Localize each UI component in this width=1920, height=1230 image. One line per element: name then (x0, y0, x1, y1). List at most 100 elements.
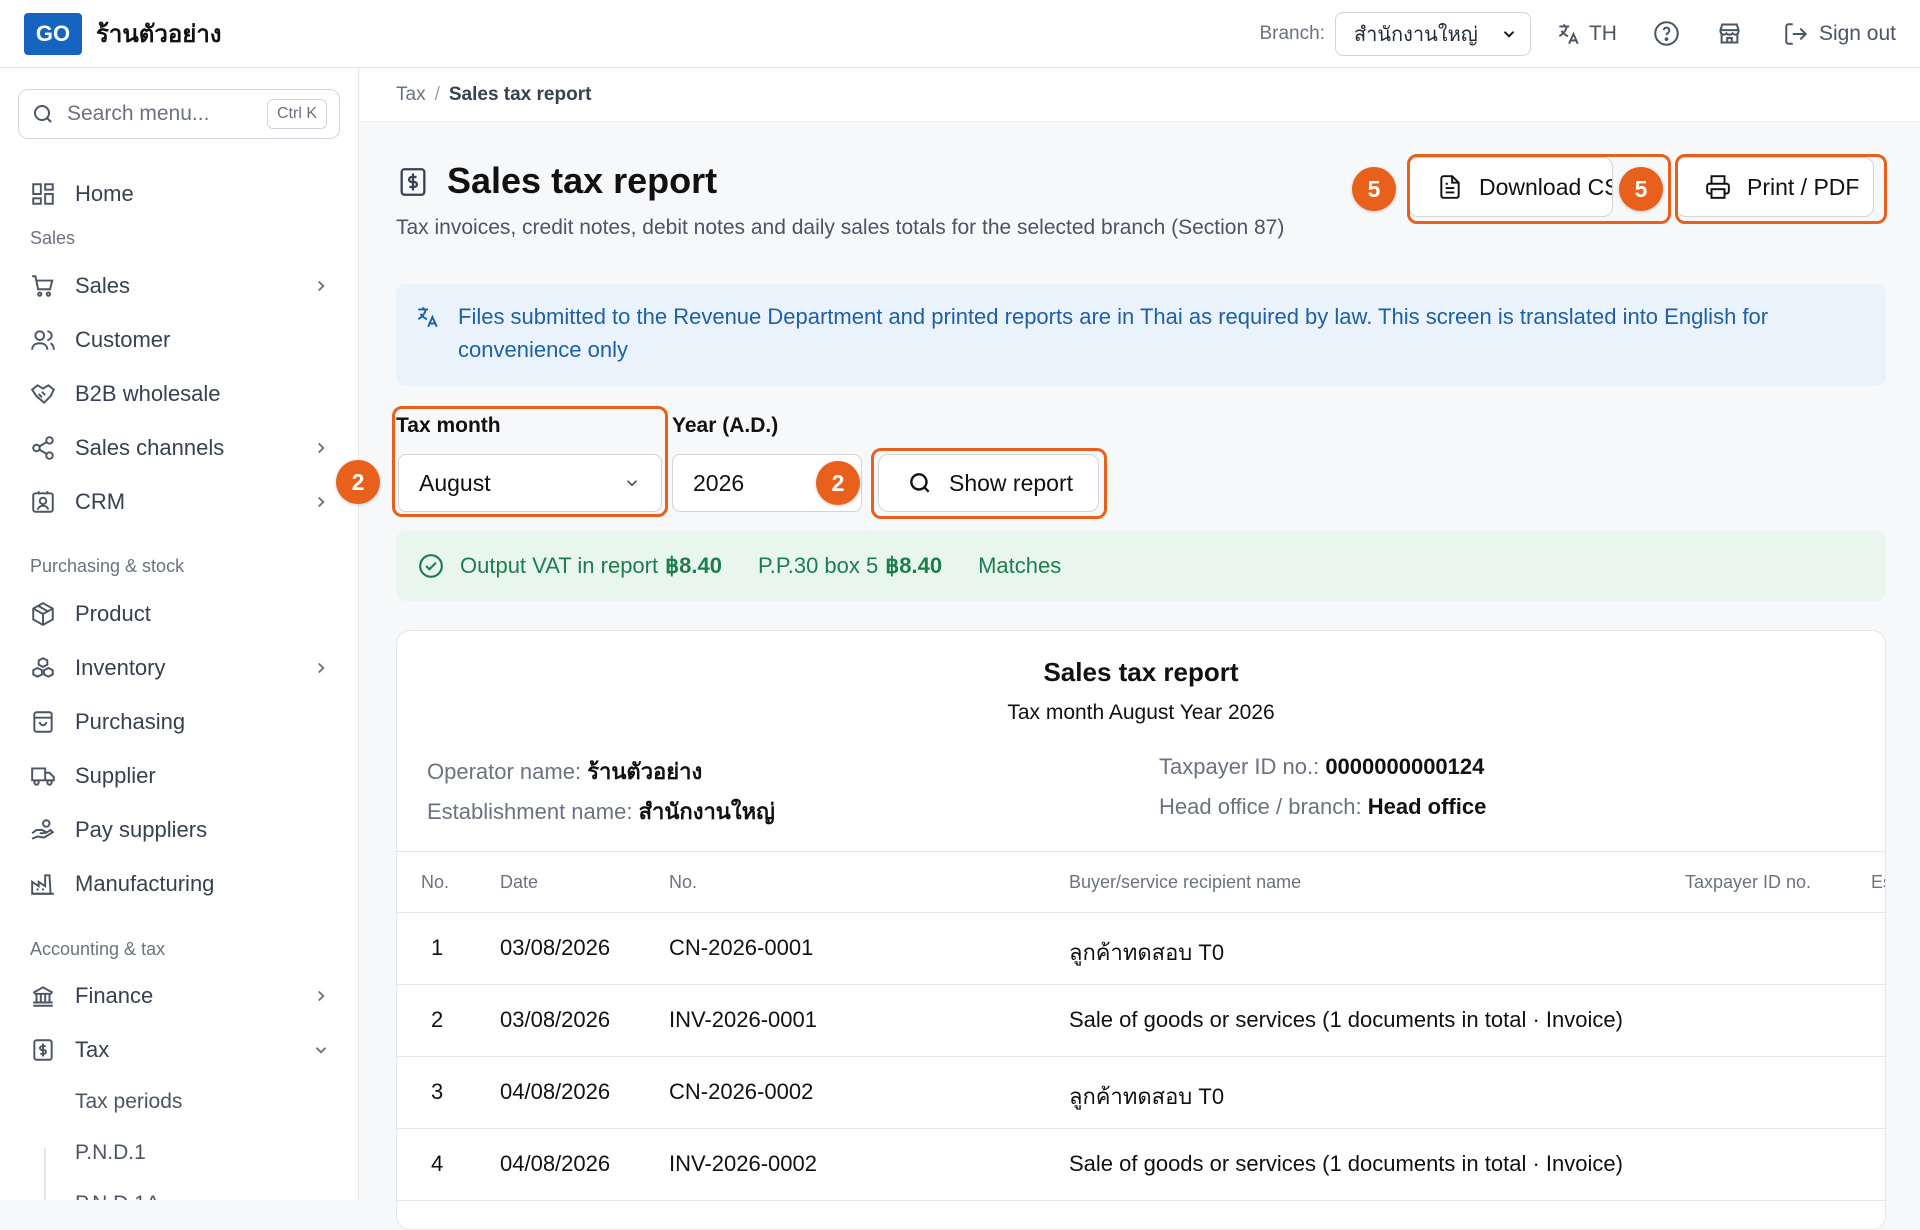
chevron-right-icon (318, 280, 325, 292)
share-icon (32, 436, 54, 460)
sidebar-section-accounting: Accounting & tax (30, 939, 166, 959)
help-button[interactable] (1653, 20, 1680, 47)
table-row[interactable]: 4 04/08/2026 INV-2026-0002 Sale of goods… (397, 1129, 1885, 1201)
sidebar-item-label: Tax (75, 1037, 110, 1062)
sign-out-label: Sign out (1818, 21, 1896, 45)
step-badge: 2 (816, 461, 860, 505)
table-row[interactable]: 2 03/08/2026 INV-2026-0001 Sale of goods… (397, 985, 1885, 1057)
taxpayer-id: Taxpayer ID no.: 0000000000124 (1159, 754, 1484, 780)
establishment-label: Establishment name: (427, 799, 633, 824)
sidebar-subitem-pnd1[interactable]: P.N.D.1 (75, 1141, 146, 1165)
table-row[interactable]: 3 04/08/2026 CN-2026-0002 ลูกค้าทดสอบ T0 (397, 1057, 1885, 1129)
menu-search[interactable]: Search menu... Ctrl K (18, 89, 340, 139)
truck-icon (31, 767, 55, 786)
column-header: Es (1871, 872, 1885, 892)
report-subtitle: Tax month August Year 2026 (1007, 701, 1275, 724)
sidebar-item-b2b[interactable]: B2B wholesale (30, 374, 330, 414)
submenu-guide-line (44, 1148, 46, 1200)
store-button[interactable] (1716, 20, 1743, 47)
column-header: Buyer/service recipient name (1069, 872, 1302, 892)
sidebar-item-sales-channels[interactable]: Sales channels (30, 428, 330, 468)
branch-type-label: Head office / branch: (1159, 794, 1362, 819)
sidebar-item-sales[interactable]: Sales (30, 266, 330, 306)
sidebar-item-home[interactable]: Home (30, 174, 330, 214)
sidebar-section-purchasing: Purchasing & stock (30, 556, 185, 576)
sidebar-subitem-tax-periods[interactable]: Tax periods (75, 1090, 182, 1114)
language-toggle[interactable]: TH (1555, 21, 1617, 47)
app-logo[interactable]: GO (24, 12, 82, 55)
handshake-icon (30, 384, 56, 404)
head-office-branch: Head office / branch: Head office (1159, 794, 1486, 820)
legal-notice: Files submitted to the Revenue Departmen… (396, 284, 1886, 386)
sidebar-item-label: Customer (75, 327, 171, 352)
sidebar-item-crm[interactable]: CRM (30, 482, 330, 522)
sidebar-item-label: Purchasing (75, 709, 186, 734)
sidebar-item-purchasing[interactable]: Purchasing (30, 702, 330, 742)
row-document: INV-2026-0001 (669, 1007, 817, 1032)
bank-icon (32, 986, 54, 1007)
sidebar-item-tax[interactable]: Tax (30, 1030, 330, 1070)
sign-out-button[interactable]: Sign out (1783, 21, 1896, 47)
row-document: CN-2026-0001 (669, 935, 814, 960)
sidebar-item-label: CRM (75, 489, 126, 514)
receipt-icon (33, 1039, 53, 1061)
report-card: Sales tax report Tax month August Year 2… (396, 630, 1886, 1230)
column-header: No. (421, 872, 450, 892)
page-title: Sales tax report (447, 160, 718, 201)
row-document: INV-2026-0002 (669, 1151, 817, 1176)
box-icon (32, 602, 54, 626)
sidebar-item-customer[interactable]: Customer (30, 320, 330, 360)
table-row[interactable]: 1 03/08/2026 CN-2026-0001 ลูกค้าทดสอบ T0 (397, 913, 1885, 985)
output-vat-value: ฿8.40 (665, 553, 722, 578)
search-icon (34, 105, 52, 123)
sidebar-item-label: Manufacturing (75, 871, 215, 896)
main-content: Tax / Sales tax report Sales tax report … (336, 68, 1920, 1230)
row-buyer: Sale of goods or services (1 documents i… (1069, 1007, 1623, 1032)
operator-value: ร้านตัวอย่าง (587, 759, 703, 784)
output-vat-label: Output VAT in report (460, 553, 659, 578)
translate-icon (1558, 23, 1579, 44)
sidebar-item-label: B2B wholesale (75, 381, 221, 406)
report-title: Sales tax report (1043, 657, 1239, 687)
highlight-box (1675, 154, 1887, 224)
sidebar-item-product[interactable]: Product (30, 594, 330, 634)
row-buyer: Sale of goods or services (1 documents i… (1069, 1151, 1623, 1176)
column-header: No. (669, 872, 698, 892)
establishment-name: Establishment name: สำนักงานใหญ่ (427, 794, 775, 829)
breadcrumb-tax[interactable]: Tax (396, 84, 426, 106)
sidebar-item-label: Supplier (75, 763, 156, 788)
branch-select[interactable]: สำนักงานใหญ่ (1334, 11, 1531, 56)
sidebar-item-inventory[interactable]: Inventory (30, 648, 330, 688)
pp30-value: ฿8.40 (885, 553, 943, 578)
sidebar-item-manufacturing[interactable]: Manufacturing (30, 864, 330, 904)
row-number: 4 (431, 1151, 444, 1176)
sidebar-item-supplier[interactable]: Supplier (30, 756, 330, 796)
row-date: 03/08/2026 (500, 1007, 611, 1032)
row-date: 04/08/2026 (500, 1079, 611, 1104)
legal-notice-text: Files submitted to the Revenue Departmen… (458, 304, 1769, 362)
breadcrumb: Tax / Sales tax report (360, 68, 1920, 122)
branch-label: Branch: (1259, 22, 1325, 44)
sidebar-item-label: Inventory (75, 655, 166, 680)
sidebar-item-finance[interactable]: Finance (30, 976, 330, 1016)
row-date: 03/08/2026 (500, 935, 611, 960)
column-header: Date (500, 872, 539, 892)
row-number: 1 (431, 935, 444, 960)
step-badge: 5 (1619, 167, 1663, 211)
translate-icon (417, 307, 438, 328)
sidebar-item-label: Product (75, 601, 151, 626)
step-badge: 2 (336, 460, 380, 504)
check-circle-icon (419, 554, 443, 578)
highlight-box (871, 448, 1107, 519)
search-input[interactable]: Search menu... (67, 102, 267, 126)
language-label: TH (1588, 21, 1617, 45)
grid-icon (32, 183, 54, 205)
sidebar-subitem-pnd1a[interactable]: P.N.D.1A (75, 1192, 160, 1200)
taxpayer-value: 0000000000124 (1325, 754, 1485, 779)
table-header: No. Date No. Buyer/service recipient nam… (397, 851, 1885, 913)
chevron-right-icon (318, 990, 325, 1002)
sidebar-item-pay-suppliers[interactable]: Pay suppliers (30, 810, 330, 850)
operator-name: Operator name: ร้านตัวอย่าง (427, 754, 702, 789)
page-subtitle: Tax invoices, credit notes, debit notes … (396, 216, 1285, 239)
pp30-label: P.P.30 box 5 (757, 553, 879, 578)
